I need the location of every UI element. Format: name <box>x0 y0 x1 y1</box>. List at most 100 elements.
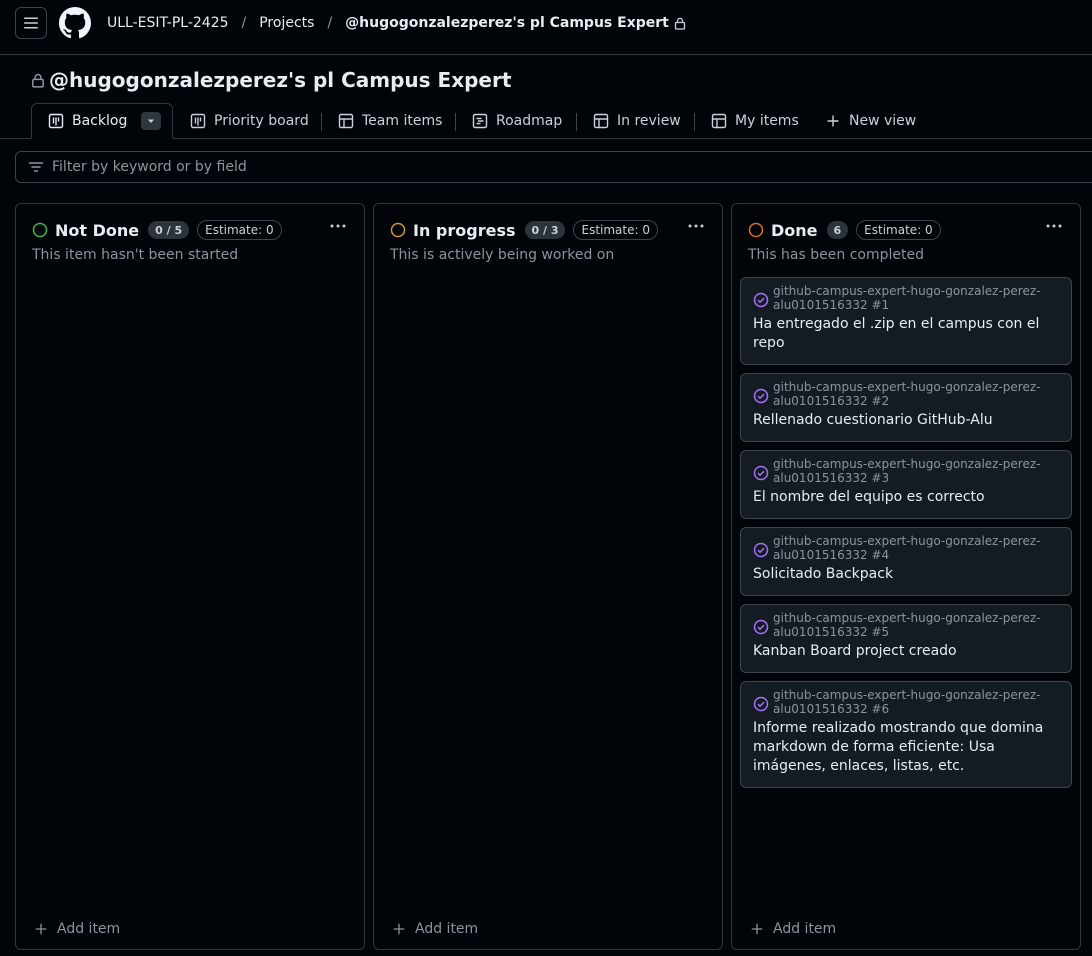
breadcrumb-separator: / <box>241 15 247 31</box>
triangle-down-icon <box>148 119 155 123</box>
estimate-badge: Estimate: 0 <box>197 220 282 240</box>
card-repo-ref[interactable]: github-campus-expert-hugo-gonzalez-perez… <box>773 380 1059 408</box>
table-icon <box>711 113 727 129</box>
hamburger-icon <box>24 17 38 29</box>
issue-card[interactable]: github-campus-expert-hugo-gonzalez-perez… <box>740 277 1072 365</box>
column-not-done: Not Done 0 / 5 Estimate: 0 This item has… <box>15 203 365 950</box>
menu-button[interactable] <box>15 7 47 39</box>
card-repo-ref[interactable]: github-campus-expert-hugo-gonzalez-perez… <box>773 284 1059 312</box>
add-item-button[interactable]: Add item <box>392 919 478 939</box>
page-title: @hugogonzalezperez's pl Campus Expert <box>31 68 511 92</box>
new-view-button[interactable]: New view <box>825 103 916 139</box>
card-meta: github-campus-expert-hugo-gonzalez-perez… <box>753 284 1059 312</box>
tab-label: Priority board <box>214 113 309 129</box>
card-title[interactable]: Ha entregado el .zip en el campus con el… <box>753 315 1059 353</box>
item-count-badge: 0 / 5 <box>148 221 190 239</box>
tab-backlog[interactable]: Backlog <box>31 103 173 139</box>
column-menu-button[interactable] <box>1044 218 1064 234</box>
filter-input[interactable] <box>52 159 652 175</box>
filter-icon <box>28 159 44 175</box>
card-repo-ref[interactable]: github-campus-expert-hugo-gonzalez-perez… <box>773 534 1059 562</box>
tab-divider <box>455 113 456 131</box>
card-list: github-campus-expert-hugo-gonzalez-perez… <box>740 277 1072 796</box>
table-icon <box>338 113 354 129</box>
card-title[interactable]: Solicitado Backpack <box>753 565 1059 584</box>
add-item-label: Add item <box>773 921 837 937</box>
lock-icon <box>674 17 686 30</box>
breadcrumb-org[interactable]: ULL-ESIT-PL-2425 <box>107 15 229 31</box>
issue-closed-icon <box>753 619 769 635</box>
tab-divider <box>321 113 322 131</box>
card-title[interactable]: Kanban Board project creado <box>753 642 1059 661</box>
board-icon <box>48 113 64 129</box>
tab-priority-board[interactable]: Priority board <box>190 103 309 139</box>
card-repo-ref[interactable]: github-campus-expert-hugo-gonzalez-perez… <box>773 611 1059 639</box>
top-bar: ULL-ESIT-PL-2425 / Projects / @hugogonza… <box>0 0 1092 55</box>
issue-card[interactable]: github-campus-expert-hugo-gonzalez-perez… <box>740 373 1072 442</box>
kebab-horizontal-icon <box>688 224 704 228</box>
column-title: Done <box>771 220 818 240</box>
breadcrumb-separator: / <box>327 15 333 31</box>
board-icon <box>190 113 206 129</box>
kebab-horizontal-icon <box>1046 224 1062 228</box>
tab-divider <box>576 113 577 131</box>
tab-label: Team items <box>362 113 443 129</box>
tab-team-items[interactable]: Team items <box>338 103 442 139</box>
issue-closed-icon <box>753 542 769 558</box>
issue-closed-icon <box>753 388 769 404</box>
column-title: Not Done <box>55 220 140 240</box>
breadcrumb-projects[interactable]: Projects <box>259 15 314 31</box>
column-menu-button[interactable] <box>686 218 706 234</box>
roadmap-icon <box>472 113 488 129</box>
add-item-label: Add item <box>415 921 479 937</box>
tab-label: New view <box>849 113 917 129</box>
plus-icon <box>393 923 405 935</box>
lock-icon <box>31 73 45 88</box>
tab-label: In review <box>617 113 681 129</box>
issue-closed-icon <box>753 696 769 712</box>
kebab-horizontal-icon <box>330 224 346 228</box>
card-repo-ref[interactable]: github-campus-expert-hugo-gonzalez-perez… <box>773 457 1059 485</box>
column-header: Done 6 Estimate: 0 <box>748 219 941 241</box>
status-circle-icon <box>390 222 406 238</box>
column-header: In progress 0 / 3 Estimate: 0 <box>390 219 658 241</box>
card-meta: github-campus-expert-hugo-gonzalez-perez… <box>753 380 1059 408</box>
column-in-progress: In progress 0 / 3 Estimate: 0 This is ac… <box>373 203 723 950</box>
issue-card[interactable]: github-campus-expert-hugo-gonzalez-perez… <box>740 527 1072 596</box>
column-description: This has been completed <box>748 247 924 263</box>
issue-card[interactable]: github-campus-expert-hugo-gonzalez-perez… <box>740 604 1072 673</box>
issue-card[interactable]: github-campus-expert-hugo-gonzalez-perez… <box>740 450 1072 519</box>
add-item-button[interactable]: Add item <box>34 919 120 939</box>
tab-label: Backlog <box>72 113 128 129</box>
estimate-badge: Estimate: 0 <box>573 220 658 240</box>
tab-roadmap[interactable]: Roadmap <box>472 103 562 139</box>
tab-label: Roadmap <box>496 113 563 129</box>
estimate-badge: Estimate: 0 <box>856 220 941 240</box>
view-tabs: Backlog Priority board Team items Roadma… <box>0 103 1092 139</box>
tab-options-button[interactable] <box>141 112 162 130</box>
column-description: This item hasn't been started <box>32 247 239 263</box>
breadcrumb-project[interactable]: @hugogonzalezperez's pl Campus Expert <box>345 15 669 31</box>
filter-bar[interactable] <box>15 151 1092 183</box>
add-item-button[interactable]: Add item <box>750 919 836 939</box>
tab-my-items[interactable]: My items <box>711 103 799 139</box>
card-title[interactable]: Informe realizado mostrando que domina m… <box>753 719 1059 776</box>
github-logo-icon[interactable] <box>59 7 91 39</box>
card-meta: github-campus-expert-hugo-gonzalez-perez… <box>753 457 1059 485</box>
card-title[interactable]: Rellenado cuestionario GitHub-Alu <box>753 411 1059 430</box>
item-count-badge: 0 / 3 <box>524 221 566 239</box>
issue-closed-icon <box>753 465 769 481</box>
status-circle-icon <box>748 222 764 238</box>
tab-in-review[interactable]: In review <box>593 103 681 139</box>
issue-card[interactable]: github-campus-expert-hugo-gonzalez-perez… <box>740 681 1072 788</box>
column-description: This is actively being worked on <box>390 247 615 263</box>
plus-icon <box>751 923 763 935</box>
item-count-badge: 6 <box>826 221 849 239</box>
card-repo-ref[interactable]: github-campus-expert-hugo-gonzalez-perez… <box>773 688 1059 716</box>
column-menu-button[interactable] <box>328 218 348 234</box>
tab-divider <box>694 113 695 131</box>
status-circle-icon <box>32 222 48 238</box>
project-title-text: @hugogonzalezperez's pl Campus Expert <box>49 68 512 92</box>
card-title[interactable]: El nombre del equipo es correcto <box>753 488 1059 507</box>
card-meta: github-campus-expert-hugo-gonzalez-perez… <box>753 611 1059 639</box>
